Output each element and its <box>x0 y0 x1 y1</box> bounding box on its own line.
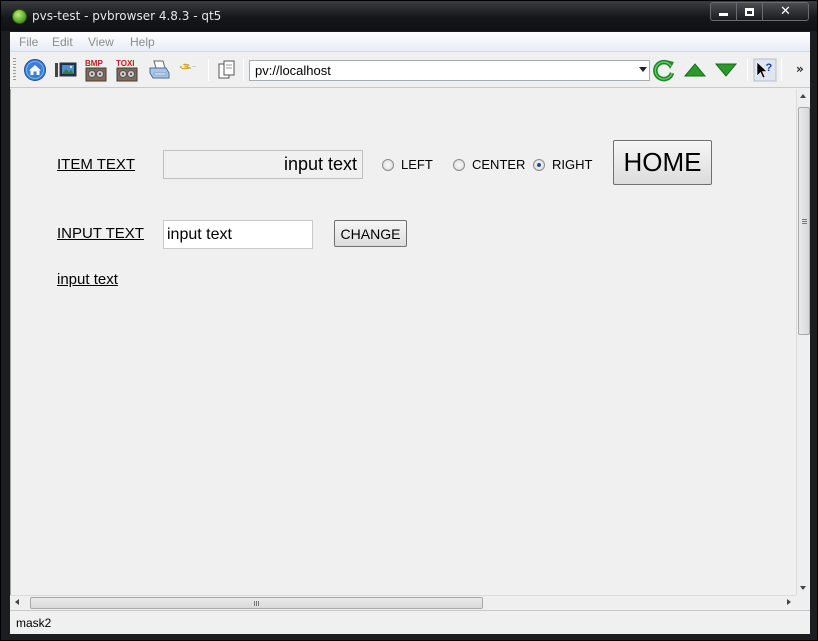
toolbar-separator <box>243 59 244 81</box>
toolbar-separator <box>208 59 209 81</box>
screen-icon <box>55 62 77 77</box>
scroll-right-arrow-icon[interactable] <box>787 599 791 605</box>
bmp-screenshot-icon: BMP <box>85 59 107 82</box>
scroll-up-button[interactable] <box>682 57 708 83</box>
svg-text:?: ? <box>766 62 773 74</box>
whats-this-icon: ? <box>753 58 777 82</box>
print-button[interactable] <box>146 57 172 83</box>
thumb-grip <box>258 601 259 606</box>
printer-icon <box>149 60 170 79</box>
thumb-grip <box>802 221 807 222</box>
radio-right-label: RIGHT <box>552 157 593 172</box>
arrow-up-icon <box>683 63 707 77</box>
whats-this-button[interactable]: ? <box>752 57 778 83</box>
close-icon: ✕ <box>780 4 791 19</box>
toolbar-separator <box>781 59 782 81</box>
bmp-toxic-icon: TOXI <box>116 59 138 82</box>
horizontal-scroll-thumb[interactable] <box>30 597 483 609</box>
bmp-screenshot-button[interactable]: BMP <box>84 57 110 83</box>
radio-center[interactable]: CENTER <box>453 157 525 172</box>
thumb-grip <box>254 601 255 606</box>
thumb-grip <box>256 601 257 606</box>
toolbar-separator <box>747 59 748 81</box>
input-text-field[interactable] <box>163 220 313 249</box>
radio-left-indicator <box>382 158 394 171</box>
app-icon <box>12 9 27 24</box>
scroll-corner <box>796 595 810 609</box>
url-text: pv://localhost <box>255 63 331 78</box>
status-bar: mask2 <box>10 610 810 634</box>
maximize-icon <box>745 7 754 16</box>
scroll-down-button[interactable] <box>713 57 739 83</box>
scroll-down-arrow-icon[interactable] <box>800 586 806 590</box>
menu-edit[interactable]: Edit <box>52 35 73 49</box>
close-button[interactable]: ✕ <box>763 2 809 21</box>
home-toolbar-button[interactable] <box>22 57 48 83</box>
change-button[interactable]: CHANGE <box>334 220 407 247</box>
menu-view[interactable]: View <box>88 35 114 49</box>
minimize-button[interactable] <box>710 2 737 21</box>
thumb-grip <box>802 219 807 220</box>
menu-file[interactable]: File <box>19 35 38 49</box>
arrow-down-icon <box>714 63 738 77</box>
radio-center-label: CENTER <box>472 157 526 172</box>
vertical-scroll-thumb[interactable] <box>798 107 810 335</box>
client-area: File Edit View Help BMP TOXI pv://localh… <box>10 32 810 634</box>
minimize-icon <box>719 13 728 16</box>
input-text-label: INPUT TEXT <box>57 225 144 242</box>
window-title: pvs-test - pvbrowser 4.8.3 - qt5 <box>32 9 222 23</box>
chevron-down-icon[interactable] <box>639 67 647 72</box>
status-text: mask2 <box>16 616 52 630</box>
echo-text-label: input text <box>57 271 118 288</box>
app-window: pvs-test - pvbrowser 4.8.3 - qt5 ✕ File … <box>0 0 818 641</box>
svg-text:TOXI: TOXI <box>116 59 135 68</box>
reload-button[interactable] <box>651 57 677 83</box>
radio-left[interactable]: LEFT <box>382 157 433 172</box>
toolbar-grip[interactable] <box>13 58 16 82</box>
scroll-up-arrow-icon[interactable] <box>800 94 806 98</box>
horizontal-scrollbar[interactable] <box>10 595 796 609</box>
item-text-label: ITEM TEXT <box>57 156 136 173</box>
bmp-toxic-button[interactable]: TOXI <box>115 57 141 83</box>
url-combobox[interactable]: pv://localhost <box>249 60 650 81</box>
toolbar: BMP TOXI pv://localhost ? » <box>10 53 810 88</box>
menu-help[interactable]: Help <box>130 35 155 49</box>
radio-left-label: LEFT <box>401 157 433 172</box>
item-text-display: input text <box>163 150 363 179</box>
thumb-grip <box>802 223 807 224</box>
mask-area: ITEM TEXT input text LEFT CENTER RIGHT H… <box>10 89 796 595</box>
toolbar-overflow-button[interactable]: » <box>796 62 804 76</box>
window-controls: ✕ <box>710 2 809 21</box>
wrench-icon <box>179 63 196 70</box>
copy-button[interactable] <box>214 57 240 83</box>
menu-bar: File Edit View Help <box>10 32 810 52</box>
view-screen-button[interactable] <box>53 57 79 83</box>
home-button[interactable]: HOME <box>613 140 712 185</box>
svg-text:BMP: BMP <box>85 59 103 68</box>
copy-icon <box>218 60 235 79</box>
options-button[interactable] <box>175 57 201 83</box>
radio-center-indicator <box>453 158 465 171</box>
scroll-left-arrow-icon[interactable] <box>15 599 19 605</box>
title-bar[interactable]: pvs-test - pvbrowser 4.8.3 - qt5 ✕ <box>1 1 817 31</box>
maximize-button[interactable] <box>737 2 763 21</box>
home-icon <box>24 59 46 81</box>
vertical-scrollbar[interactable] <box>796 89 810 595</box>
radio-right[interactable]: RIGHT <box>533 157 592 172</box>
reload-icon <box>653 59 675 82</box>
radio-right-indicator <box>533 158 545 171</box>
